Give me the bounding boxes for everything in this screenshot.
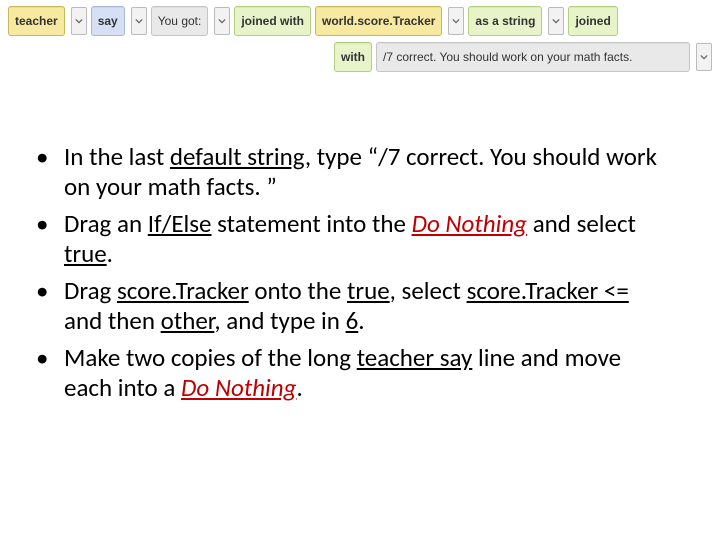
instruction-bullets: In the last default string, type “/7 cor…	[36, 142, 668, 410]
underline-phrase: teacher say	[357, 342, 473, 373]
bullet-item-4: Make two copies of the long teacher say …	[36, 343, 668, 402]
token-joined-trailing[interactable]: joined	[568, 6, 617, 36]
text: Drag an	[64, 208, 148, 239]
chevron-down-icon[interactable]	[131, 7, 147, 35]
text: In the last	[64, 141, 170, 172]
token-say-method[interactable]: say	[91, 6, 125, 36]
bullet-item-1: In the last default string, type “/7 cor…	[36, 142, 668, 201]
chevron-down-icon[interactable]	[214, 7, 230, 35]
text: .	[297, 372, 303, 403]
chevron-down-icon[interactable]	[448, 7, 464, 35]
text: Drag	[64, 275, 117, 306]
token-as-a-string[interactable]: as a string	[468, 6, 542, 36]
bullet-item-3: Drag score.Tracker onto the true, select…	[36, 276, 668, 335]
underline-phrase: score.Tracker <=	[467, 275, 629, 306]
underline-phrase: true	[347, 275, 390, 306]
text: .	[107, 238, 113, 269]
underline-phrase: default string	[170, 141, 305, 172]
text: statement into the	[212, 208, 412, 239]
text: and select	[527, 208, 636, 239]
chevron-down-icon[interactable]	[696, 43, 712, 71]
alice-code-block: teacher say You got: joined with world.s…	[0, 0, 720, 86]
underline-phrase: other	[161, 305, 215, 336]
underline-phrase: true	[64, 238, 107, 269]
bullet-item-2: Drag an If/Else statement into the Do No…	[36, 209, 668, 268]
text: .	[358, 305, 364, 336]
token-you-got-string[interactable]: You got:	[151, 6, 209, 36]
text: , select	[390, 275, 467, 306]
underline-phrase: If/Else	[148, 208, 212, 239]
chevron-down-icon[interactable]	[548, 7, 564, 35]
text: onto the	[249, 275, 347, 306]
token-teacher-object[interactable]: teacher	[8, 6, 65, 36]
code-row-2: with /7 correct. You should work on your…	[8, 42, 712, 72]
code-row-1: teacher say You got: joined with world.s…	[8, 6, 712, 36]
underline-phrase: score.Tracker	[117, 275, 249, 306]
token-joined-with[interactable]: joined with	[234, 6, 311, 36]
text: and then	[64, 305, 161, 336]
token-world-scoretracker[interactable]: world.score.Tracker	[315, 6, 442, 36]
underline-phrase: 6	[346, 305, 359, 336]
do-nothing-emph: Do Nothing	[181, 372, 296, 403]
text: Make two copies of the long	[64, 342, 357, 373]
do-nothing-emph: Do Nothing	[412, 208, 527, 239]
token-with[interactable]: with	[334, 42, 372, 72]
chevron-down-icon[interactable]	[71, 7, 87, 35]
token-tail-string[interactable]: /7 correct. You should work on your math…	[376, 42, 690, 72]
text: , and type in	[214, 305, 345, 336]
